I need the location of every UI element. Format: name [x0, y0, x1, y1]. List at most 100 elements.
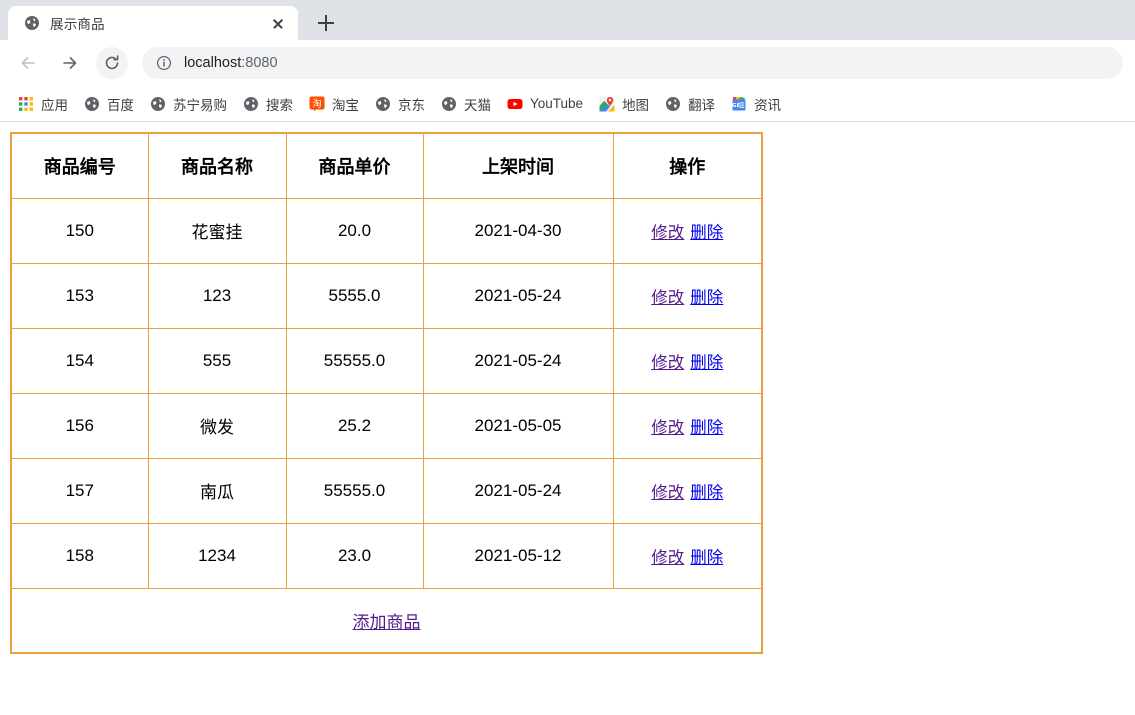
delete-link[interactable]: 删除 — [690, 224, 723, 242]
add-goods-link[interactable]: 添加商品 — [353, 613, 421, 632]
edit-link[interactable]: 修改 — [651, 224, 684, 242]
cell-price: 23.0 — [285, 522, 424, 589]
column-header-id: 商品编号 — [10, 132, 149, 199]
cell-operations: 修改 删除 — [612, 522, 763, 589]
delete-link[interactable]: 删除 — [690, 289, 723, 307]
address-port: :8080 — [241, 55, 278, 71]
arrow-left-icon — [21, 57, 35, 69]
bookmark-tmall[interactable]: 天猫 — [433, 91, 499, 117]
globe-icon — [376, 96, 390, 111]
edit-link[interactable]: 修改 — [651, 289, 684, 307]
address-bar-text: localhost:8080 — [184, 55, 278, 71]
table-row: 157 南瓜 55555.0 2021-05-24 修改 删除 — [10, 457, 763, 524]
reload-icon — [105, 55, 119, 70]
edit-link[interactable]: 修改 — [651, 419, 684, 437]
bookmark-translate[interactable]: 翻译 — [657, 91, 723, 117]
cell-id: 154 — [10, 327, 149, 394]
cell-price: 55555.0 — [285, 457, 424, 524]
globe-icon — [25, 16, 39, 30]
cell-date: 2021-05-24 — [422, 457, 614, 524]
bookmark-label: 淘宝 — [332, 97, 359, 113]
cell-add-goods: 添加商品 — [10, 587, 763, 654]
cell-operations: 修改 删除 — [612, 197, 763, 264]
column-header-date: 上架时间 — [422, 132, 614, 199]
bookmark-label: 资讯 — [754, 97, 782, 113]
cell-name: 555 — [147, 327, 287, 394]
google-news-icon: GE — [732, 96, 746, 110]
bookmark-label: 苏宁易购 — [173, 97, 227, 113]
table-row: 156 微发 25.2 2021-05-05 修改 删除 — [10, 392, 763, 459]
delete-link[interactable]: 删除 — [690, 549, 723, 567]
bookmark-label: YouTube — [530, 96, 584, 111]
google-maps-icon — [599, 96, 615, 111]
cell-price: 55555.0 — [285, 327, 424, 394]
cell-price: 20.0 — [285, 197, 424, 264]
bookmark-baidu[interactable]: 百度 — [76, 91, 142, 117]
bookmark-apps[interactable]: 应用 — [10, 91, 76, 117]
cell-operations: 修改 删除 — [612, 392, 763, 459]
bookmark-news[interactable]: GE 资讯 — [723, 91, 789, 117]
cell-operations: 修改 删除 — [612, 327, 763, 394]
cell-id: 150 — [10, 197, 149, 264]
cell-id: 157 — [10, 457, 149, 524]
bookmark-label: 应用 — [41, 97, 68, 113]
bookmark-label: 天猫 — [464, 97, 491, 113]
delete-link[interactable]: 删除 — [690, 419, 723, 437]
back-button[interactable] — [12, 47, 44, 79]
table-header: 商品编号 商品名称 商品单价 上架时间 操作 — [10, 132, 763, 199]
bookmark-label: 搜索 — [266, 97, 293, 113]
arrow-right-icon — [63, 57, 77, 69]
cell-date: 2021-05-05 — [422, 392, 614, 459]
column-header-name: 商品名称 — [147, 132, 287, 199]
bookmark-label: 地图 — [622, 97, 650, 113]
cell-price: 5555.0 — [285, 262, 424, 329]
tab-active[interactable]: 展示商品 — [8, 6, 298, 40]
table-row: 153 123 5555.0 2021-05-24 修改 删除 — [10, 262, 763, 329]
edit-link[interactable]: 修改 — [651, 484, 684, 502]
table-footer-row: 添加商品 — [10, 587, 763, 654]
table-header-row: 商品编号 商品名称 商品单价 上架时间 操作 — [10, 132, 763, 199]
reload-button[interactable] — [96, 47, 128, 79]
cell-date: 2021-05-12 — [422, 522, 614, 589]
new-tab-button[interactable] — [312, 9, 340, 37]
youtube-icon — [507, 98, 523, 109]
bookmarks-bar: 应用 百度 苏宁易购 搜索 淘 淘宝 京东 天猫 YouTube 地图 翻译 G… — [0, 86, 1135, 122]
bookmark-youtube[interactable]: YouTube — [499, 91, 591, 117]
tab-title: 展示商品 — [50, 17, 105, 32]
page-viewport: 商品编号 商品名称 商品单价 上架时间 操作 150 花蜜挂 20.0 2021… — [0, 122, 1135, 715]
edit-link[interactable]: 修改 — [651, 354, 684, 372]
delete-link[interactable]: 删除 — [690, 354, 723, 372]
table-row: 150 花蜜挂 20.0 2021-04-30 修改 删除 — [10, 197, 763, 264]
cell-name: 1234 — [147, 522, 287, 589]
address-bar[interactable]: localhost:8080 — [142, 47, 1123, 79]
table-body: 150 花蜜挂 20.0 2021-04-30 修改 删除 153 123 555… — [10, 197, 763, 654]
browser-window: 展示商品 localhost:8080 应用 百度 苏宁易购 搜索 淘 淘宝 京… — [0, 0, 1135, 715]
bookmark-taobao[interactable]: 淘 淘宝 — [301, 91, 367, 117]
address-host: localhost — [184, 55, 242, 71]
svg-text:淘: 淘 — [312, 97, 321, 109]
bookmark-jd[interactable]: 京东 — [367, 91, 433, 117]
info-circle-icon[interactable] — [156, 55, 172, 71]
globe-icon — [85, 96, 99, 111]
tab-strip: 展示商品 — [0, 0, 1135, 40]
column-header-price: 商品单价 — [285, 132, 424, 199]
cell-id: 153 — [10, 262, 149, 329]
cell-operations: 修改 删除 — [612, 457, 763, 524]
globe-icon — [244, 96, 258, 111]
forward-button[interactable] — [54, 47, 86, 79]
bookmark-suning[interactable]: 苏宁易购 — [142, 91, 235, 117]
column-header-operations: 操作 — [612, 132, 763, 199]
cell-id: 156 — [10, 392, 149, 459]
table-row: 158 1234 23.0 2021-05-12 修改 删除 — [10, 522, 763, 589]
close-icon[interactable] — [268, 13, 288, 33]
bookmark-label: 百度 — [107, 97, 134, 113]
table-row: 154 555 55555.0 2021-05-24 修改 删除 — [10, 327, 763, 394]
svg-text:GE: GE — [732, 103, 741, 109]
cell-operations: 修改 删除 — [612, 262, 763, 329]
taobao-icon: 淘 — [309, 96, 325, 111]
bookmark-search[interactable]: 搜索 — [235, 91, 301, 117]
browser-toolbar: localhost:8080 — [0, 40, 1135, 86]
delete-link[interactable]: 删除 — [690, 484, 723, 502]
bookmark-maps[interactable]: 地图 — [591, 91, 657, 117]
edit-link[interactable]: 修改 — [651, 549, 684, 567]
